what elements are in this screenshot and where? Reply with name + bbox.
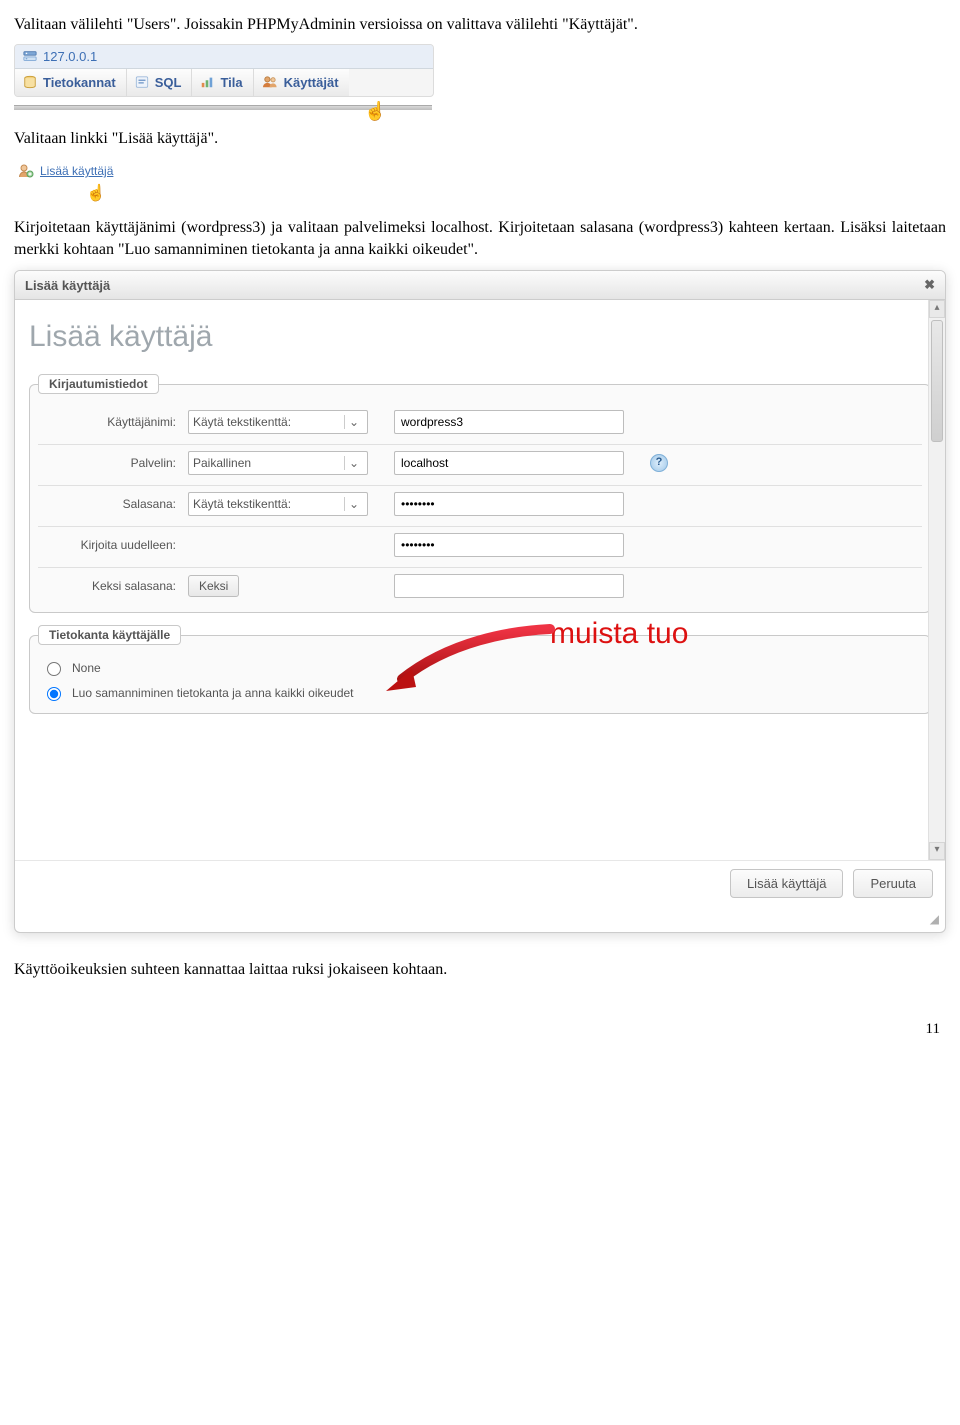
password-retype-input[interactable] <box>394 533 624 557</box>
username-input[interactable] <box>394 410 624 434</box>
generated-password-input[interactable] <box>394 574 624 598</box>
server-icon <box>23 49 37 63</box>
dialog-title: Lisää käyttäjä <box>25 278 110 293</box>
tab-users[interactable]: Käyttäjät <box>254 69 349 96</box>
password-input[interactable] <box>394 492 624 516</box>
label-host: Palvelin: <box>42 456 182 470</box>
label-generate: Keksi salasana: <box>42 579 182 593</box>
db-fieldset: Tietokanta käyttäjälle None Luo samannim… <box>29 625 931 714</box>
dialog-footer: Lisää käyttäjä Peruuta <box>15 861 945 910</box>
breadcrumb-host: 127.0.0.1 <box>43 49 97 64</box>
resize-grip-icon[interactable]: ◢ <box>930 912 941 928</box>
add-user-link-screenshot: Lisää käyttäjä <box>14 161 117 181</box>
page-number: 11 <box>14 1021 940 1038</box>
tab-users-label: Käyttäjät <box>284 75 339 90</box>
tab-databases[interactable]: Tietokannat <box>15 69 127 96</box>
breadcrumb: 127.0.0.1 <box>15 45 433 69</box>
annotation-text: muista tuo <box>550 617 688 651</box>
label-username: Käyttäjänimi: <box>42 415 182 429</box>
doc-paragraph-3: Kirjoitetaan käyttäjänimi (wordpress3) j… <box>14 217 946 260</box>
tab-status-label: Tila <box>220 75 242 90</box>
help-icon[interactable]: ? <box>650 454 668 472</box>
login-legend: Kirjautumistiedot <box>38 374 159 394</box>
scroll-down-icon[interactable]: ▾ <box>929 842 945 860</box>
tab-databases-label: Tietokannat <box>43 75 116 90</box>
password-mode-value: Käytä tekstikenttä: <box>193 497 291 511</box>
add-user-dialog: Lisää käyttäjä ✖ Lisää käyttäjä Kirjautu… <box>14 270 946 933</box>
chevron-down-icon: ⌄ <box>344 456 363 470</box>
radio-create-same-row[interactable]: Luo samanniminen tietokanta ja anna kaik… <box>38 680 922 705</box>
close-icon[interactable]: ✖ <box>924 277 935 293</box>
chevron-down-icon: ⌄ <box>344 415 363 429</box>
sql-icon <box>135 75 149 89</box>
scroll-thumb[interactable] <box>931 320 943 442</box>
chevron-down-icon: ⌄ <box>344 497 363 511</box>
host-mode-select[interactable]: Paikallinen ⌄ <box>188 451 368 475</box>
add-user-link[interactable]: Lisää käyttäjä <box>40 164 113 178</box>
cancel-button[interactable]: Peruuta <box>853 869 933 898</box>
users-icon <box>262 75 278 89</box>
doc-paragraph-4: Käyttöoikeuksien suhteen kannattaa laitt… <box>14 959 946 981</box>
tab-sql[interactable]: SQL <box>127 69 193 96</box>
password-mode-select[interactable]: Käytä tekstikenttä: ⌄ <box>188 492 368 516</box>
cursor-hand-icon: ☝ <box>86 183 946 203</box>
dialog-titlebar: Lisää käyttäjä ✖ <box>15 271 945 300</box>
username-mode-select[interactable]: Käytä tekstikenttä: ⌄ <box>188 410 368 434</box>
radio-create-same[interactable] <box>47 687 61 701</box>
radio-none[interactable] <box>47 662 61 676</box>
database-icon <box>23 75 37 89</box>
label-password: Salasana: <box>42 497 182 511</box>
radio-none-label: None <box>72 661 101 675</box>
status-icon <box>200 75 214 89</box>
page-heading: Lisää käyttäjä <box>15 300 945 366</box>
scroll-up-icon[interactable]: ▴ <box>929 300 945 318</box>
username-mode-value: Käytä tekstikenttä: <box>193 415 291 429</box>
user-add-icon <box>18 163 34 179</box>
generate-password-button[interactable]: Keksi <box>188 575 239 597</box>
login-fieldset: Kirjautumistiedot Käyttäjänimi: Käytä te… <box>29 374 931 613</box>
scrollbar[interactable]: ▴ ▾ <box>928 300 945 860</box>
tab-sql-label: SQL <box>155 75 182 90</box>
label-retype: Kirjoita uudelleen: <box>42 538 182 552</box>
radio-create-same-label: Luo samanniminen tietokanta ja anna kaik… <box>72 686 354 700</box>
submit-button[interactable]: Lisää käyttäjä <box>730 869 844 898</box>
pma-tabbar-screenshot: 127.0.0.1 Tietokannat SQL Tila Käyttäjät <box>14 44 434 97</box>
radio-none-row[interactable]: None <box>38 655 922 680</box>
tab-status[interactable]: Tila <box>192 69 253 96</box>
doc-paragraph-1: Valitaan välilehti "Users". Joissakin PH… <box>14 14 946 36</box>
doc-paragraph-2: Valitaan linkki "Lisää käyttäjä". <box>14 128 946 150</box>
db-legend: Tietokanta käyttäjälle <box>38 625 181 645</box>
host-input[interactable] <box>394 451 624 475</box>
host-mode-value: Paikallinen <box>193 456 251 470</box>
